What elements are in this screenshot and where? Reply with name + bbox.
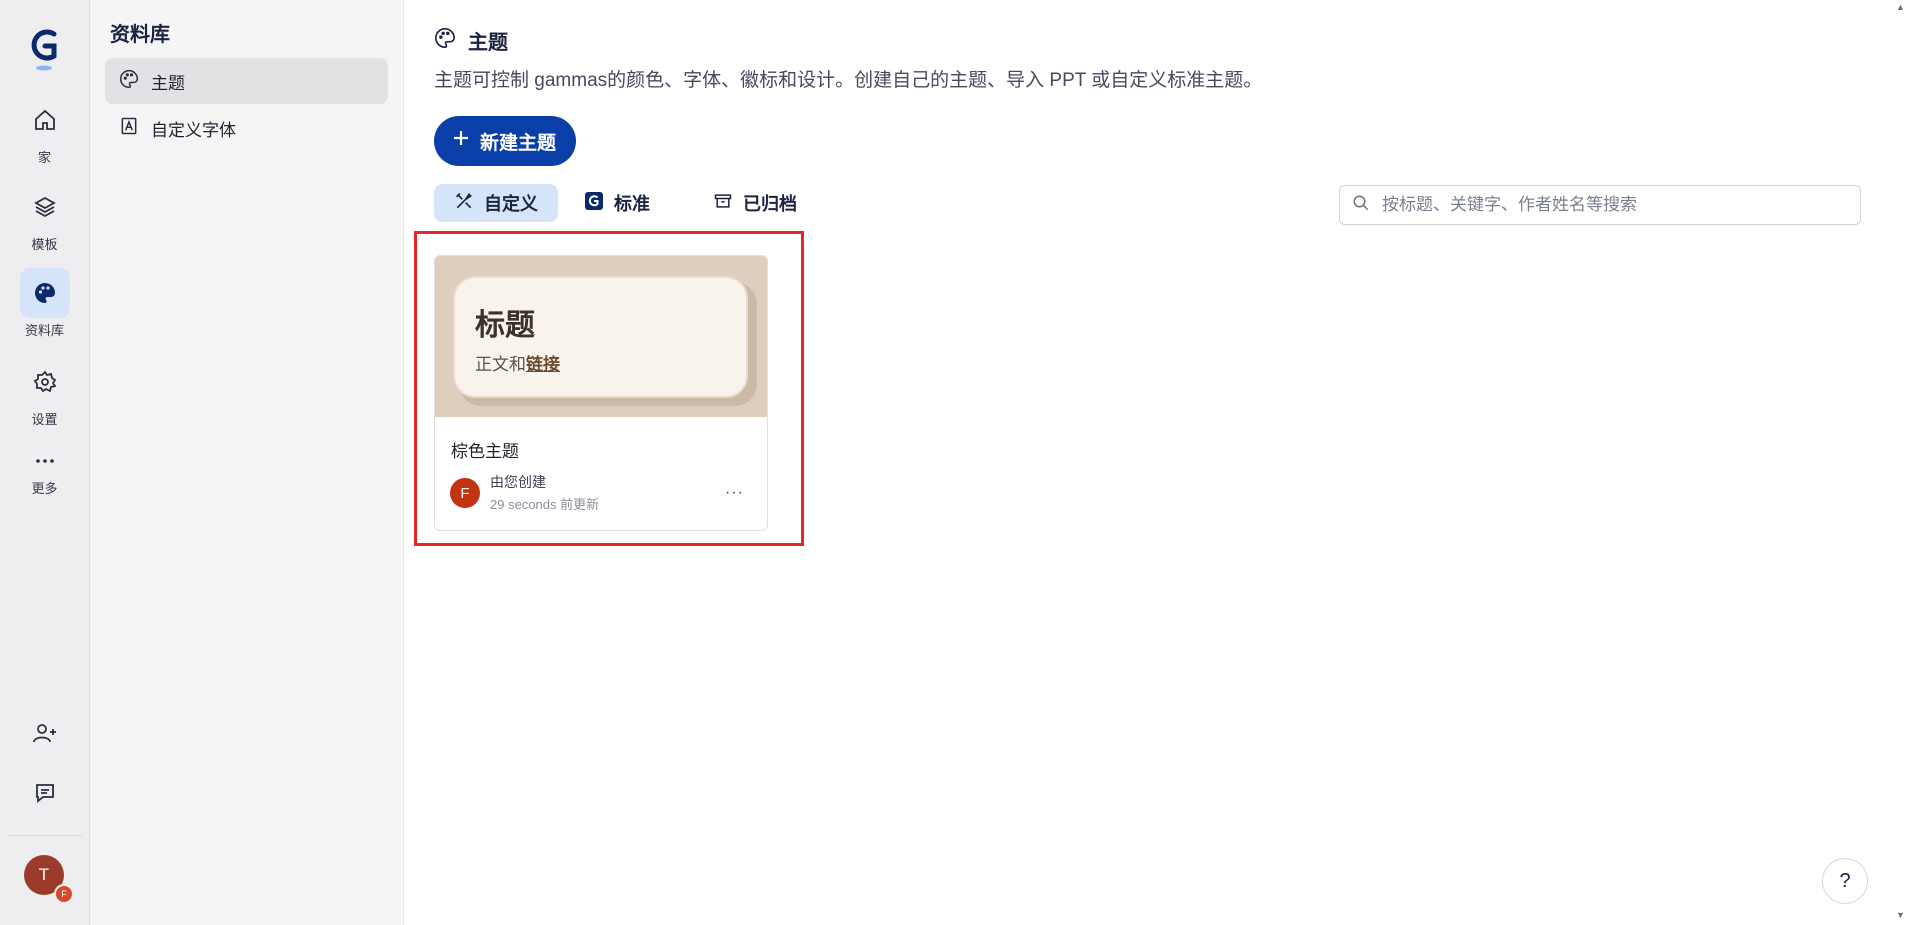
rail-item-library[interactable]: 资料库 <box>0 268 89 339</box>
owner-avatar: F <box>450 478 480 508</box>
preview-box: 标题 正文和链接 <box>453 276 748 398</box>
rail-item-templates[interactable]: 模板 <box>0 182 89 253</box>
tab-label: 已归档 <box>743 194 797 214</box>
gamma-logo-icon[interactable] <box>24 26 66 72</box>
scroll-down-arrow[interactable]: ▼ <box>1896 910 1905 920</box>
preview-link: 链接 <box>526 355 560 374</box>
palette-icon <box>19 268 70 318</box>
theme-card[interactable]: 标题 正文和链接 棕色主题 F 由您创建 29 seconds 前更新 ··· <box>434 255 768 531</box>
rail-item-label: 家 <box>37 150 51 165</box>
gear-icon <box>20 357 70 407</box>
new-theme-label: 新建主题 <box>480 132 557 154</box>
gamma-logo-icon <box>584 191 604 216</box>
page-title: 主题 <box>434 26 508 55</box>
search-input[interactable] <box>1380 194 1844 216</box>
feedback-button[interactable] <box>0 768 89 818</box>
workspace-badge: F <box>54 884 74 904</box>
message-icon <box>20 768 70 818</box>
sidebar-item-label: 自定义字体 <box>151 120 236 140</box>
rail-item-settings[interactable]: 设置 <box>0 357 89 428</box>
tab-label: 自定义 <box>484 194 538 214</box>
palette-icon <box>434 27 456 55</box>
home-icon <box>20 95 70 145</box>
invite-button[interactable] <box>0 708 89 758</box>
updated-text: 29 seconds 前更新 <box>490 497 600 512</box>
theme-name: 棕色主题 <box>451 442 519 461</box>
rail-divider <box>8 835 82 836</box>
rail-item-label: 设置 <box>31 412 58 427</box>
library-sidebar: 资料库 主题 自定义字体 <box>90 0 404 925</box>
plus-icon <box>452 129 470 153</box>
theme-preview: 标题 正文和链接 <box>435 256 767 417</box>
preview-heading: 标题 <box>475 309 535 342</box>
new-theme-button[interactable]: 新建主题 <box>434 116 577 166</box>
search-bar <box>1339 185 1861 225</box>
rail-item-label: 资料库 <box>24 323 64 338</box>
preview-body-text: 正文和 <box>475 355 526 374</box>
tab-label: 标准 <box>614 194 650 214</box>
scroll-up-arrow[interactable]: ▲ <box>1896 2 1905 12</box>
tab-standard[interactable]: 标准 <box>564 184 670 222</box>
help-button[interactable]: ? <box>1822 858 1868 904</box>
page-title-text: 主题 <box>468 32 508 54</box>
palette-icon <box>119 69 139 94</box>
rail-item-more[interactable]: 更多 <box>0 446 89 497</box>
rail-item-home[interactable]: 家 <box>0 95 89 166</box>
search-icon <box>1352 194 1370 217</box>
sidebar-item-themes[interactable]: 主题 <box>105 58 388 104</box>
card-more-button[interactable]: ··· <box>725 484 744 502</box>
tab-archived[interactable]: 已归档 <box>693 184 817 222</box>
owner-text: 由您创建 <box>490 474 546 490</box>
tab-custom[interactable]: 自定义 <box>434 184 558 222</box>
sidebar-item-label: 主题 <box>151 73 185 93</box>
add-user-icon <box>20 708 70 758</box>
custom-icon <box>454 191 474 216</box>
archive-icon <box>713 191 733 216</box>
left-rail: 家 模板 资料库 设置 更多 T F <box>0 0 90 925</box>
sidebar-item-custom-fonts[interactable]: 自定义字体 <box>105 105 388 151</box>
rail-item-label: 模板 <box>31 237 58 252</box>
sidebar-title: 资料库 <box>110 24 170 46</box>
more-icon <box>20 446 70 476</box>
layers-icon <box>20 182 70 232</box>
main-content: 主题 主题可控制 gammas的颜色、字体、徽标和设计。创建自己的主题、导入 P… <box>404 0 1910 925</box>
page-description: 主题可控制 gammas的颜色、字体、徽标和设计。创建自己的主题、导入 PPT … <box>434 70 1263 91</box>
rail-item-label: 更多 <box>31 481 58 496</box>
font-icon <box>119 116 139 141</box>
preview-body: 正文和链接 <box>475 350 560 375</box>
